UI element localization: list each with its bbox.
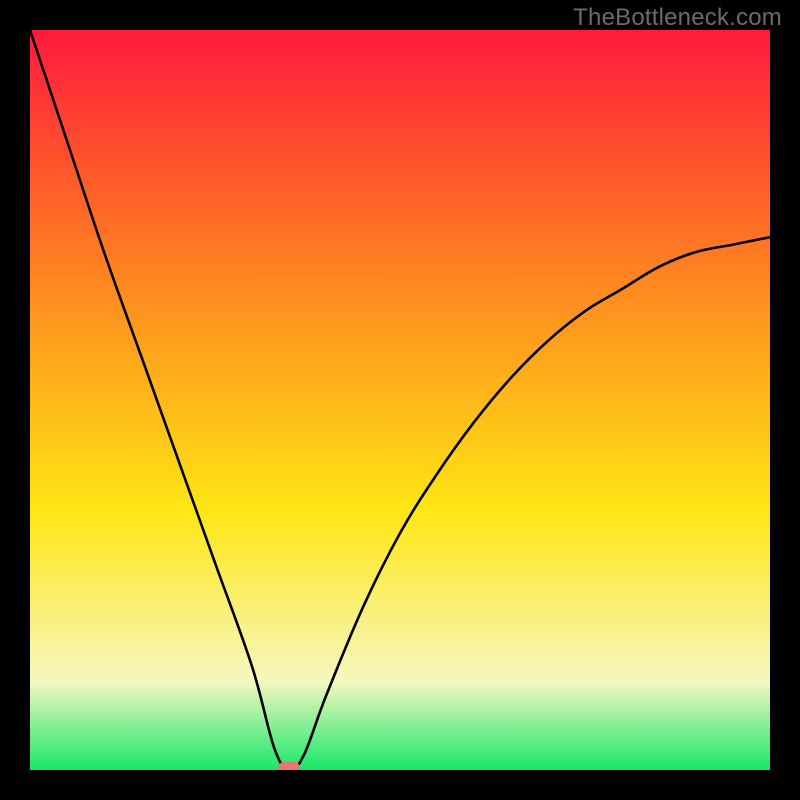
optimal-point-marker (278, 762, 300, 770)
watermark-text: TheBottleneck.com (573, 4, 782, 32)
chart-frame: TheBottleneck.com (0, 0, 800, 800)
plot-area (30, 30, 770, 770)
chart-svg (30, 30, 770, 770)
gradient-background (30, 30, 770, 770)
